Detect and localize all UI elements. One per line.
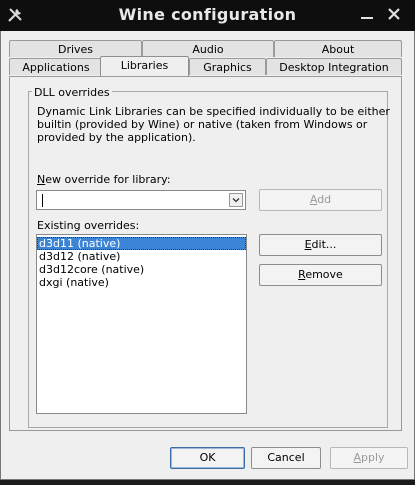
ok-button[interactable]: OK: [170, 447, 245, 469]
new-override-label: New override for library:: [37, 173, 171, 186]
remove-button[interactable]: Remove: [259, 264, 382, 286]
list-item[interactable]: d3d12 (native): [37, 250, 246, 263]
description-line-3: provided by the application).: [37, 131, 196, 144]
edit-button[interactable]: Edit...: [259, 234, 382, 256]
add-button[interactable]: Add: [259, 189, 382, 211]
close-icon[interactable]: [387, 7, 401, 21]
tab-libraries[interactable]: Libraries: [100, 56, 189, 76]
text-caret: [42, 194, 43, 207]
tab-drives[interactable]: Drives: [9, 40, 142, 57]
background-strip: [0, 480, 415, 485]
list-item[interactable]: d3d12core (native): [37, 263, 246, 276]
tab-about[interactable]: About: [274, 40, 402, 57]
list-item[interactable]: d3d11 (native): [37, 237, 246, 250]
new-override-combobox[interactable]: [36, 190, 246, 210]
chevron-down-icon: [232, 198, 240, 203]
tab-audio[interactable]: Audio: [142, 40, 274, 57]
cancel-button[interactable]: Cancel: [251, 447, 321, 469]
existing-overrides-label: Existing overrides:: [37, 219, 140, 232]
existing-overrides-list[interactable]: d3d11 (native) d3d12 (native) d3d12core …: [36, 234, 247, 414]
tab-graphics[interactable]: Graphics: [189, 58, 266, 75]
apply-button[interactable]: Apply: [330, 447, 408, 469]
description-line-2: builtin (provided by Wine) or native (ta…: [37, 118, 368, 131]
tab-applications[interactable]: Applications: [9, 58, 103, 75]
minimize-icon[interactable]: [360, 5, 374, 23]
tab-desktop-integration[interactable]: Desktop Integration: [266, 58, 402, 75]
window-title: Wine configuration: [118, 5, 297, 24]
title-bar[interactable]: Wine configuration: [0, 0, 415, 31]
list-item[interactable]: dxgi (native): [37, 276, 246, 289]
dropdown-button[interactable]: [229, 193, 243, 207]
description-line-1: Dynamic Link Libraries can be specified …: [37, 105, 390, 118]
group-label: DLL overrides: [32, 86, 112, 99]
